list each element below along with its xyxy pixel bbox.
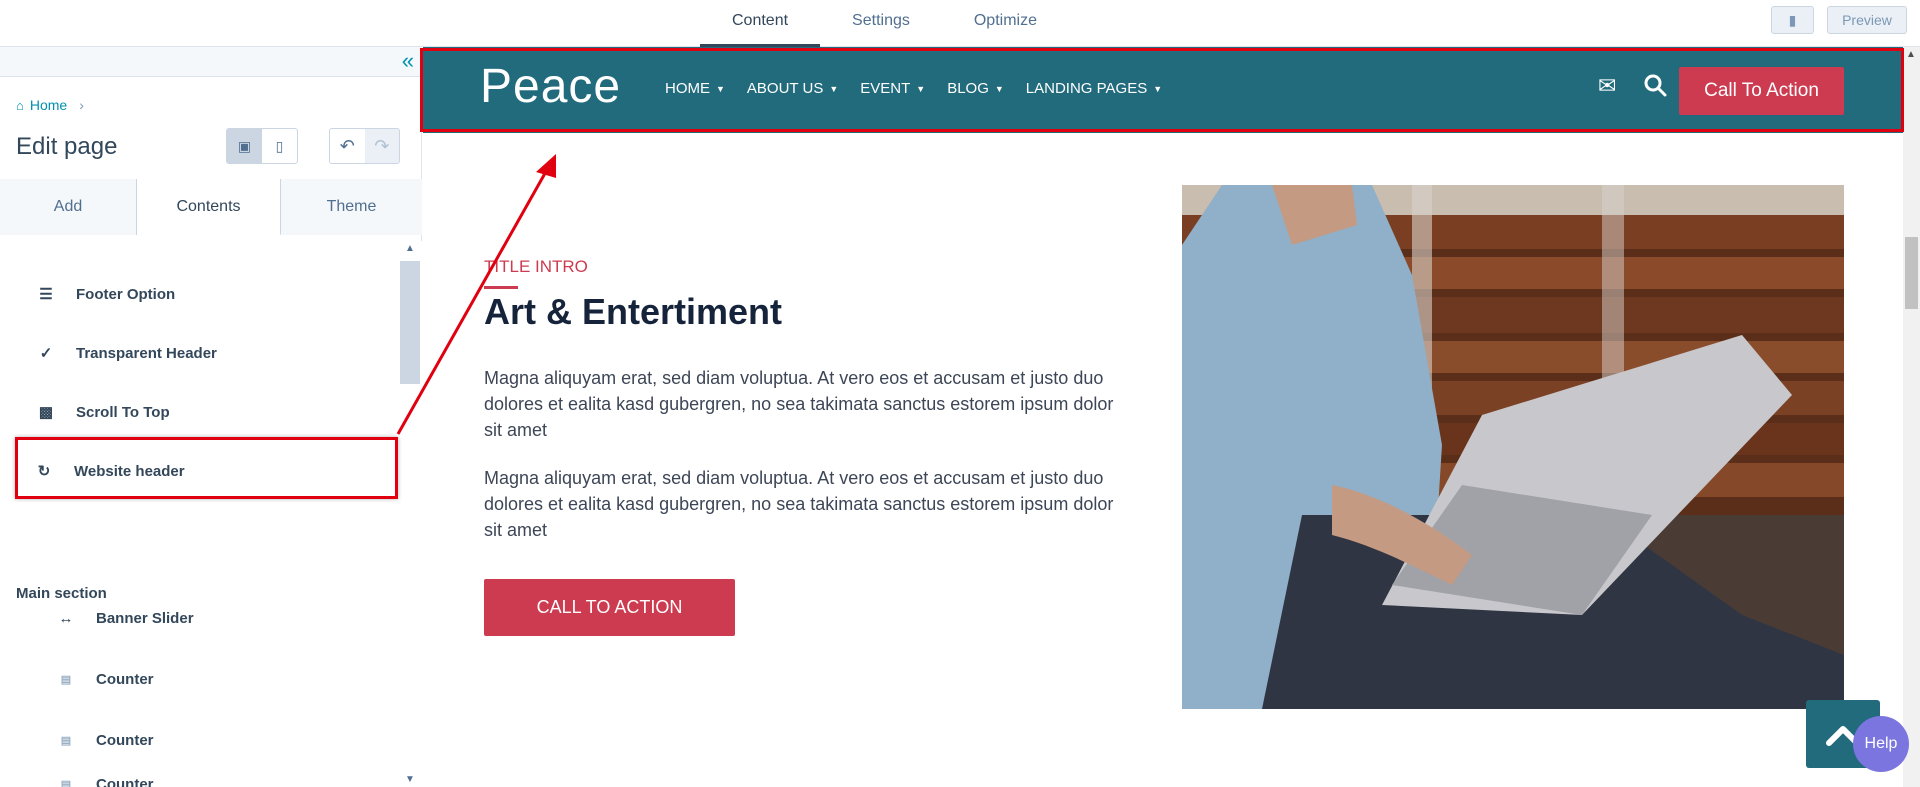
module-transparent-header[interactable]: ✓ Transparent Header xyxy=(34,338,217,368)
redo-icon[interactable]: ↷ xyxy=(364,129,399,163)
module-label: Footer Option xyxy=(76,285,176,303)
module-counter[interactable]: ▤ Counter xyxy=(54,725,154,755)
device-view-toggle: ▣ ▯ xyxy=(226,128,298,164)
sidebar-collapse-bar: « xyxy=(0,47,422,77)
annotation-highlight-sidebar xyxy=(15,437,398,499)
scroll-down-icon[interactable]: ▼ xyxy=(405,774,415,785)
tab-settings[interactable]: Settings xyxy=(820,0,942,47)
scroll-up-icon[interactable]: ▲ xyxy=(1906,49,1916,60)
sidebar-scrollbar[interactable]: ▲ ▼ xyxy=(400,241,422,787)
module-label: Scroll To Top xyxy=(76,403,170,421)
canvas-scrollbar[interactable]: ▲ xyxy=(1903,47,1920,787)
scroll-up-icon[interactable]: ▲ xyxy=(405,243,415,254)
module-footer-option[interactable]: ☰ Footer Option xyxy=(34,279,175,309)
body-paragraph: Magna aliquyam erat, sed diam voluptua. … xyxy=(484,468,1114,540)
list-icon: ☰ xyxy=(39,286,53,303)
module-banner-slider[interactable]: ↔ Banner Slider xyxy=(54,603,194,633)
preview-button[interactable]: Preview xyxy=(1827,6,1907,34)
mobile-icon[interactable]: ▯ xyxy=(262,129,297,163)
section-heading: Art & Entertiment xyxy=(484,291,783,332)
history-controls: ↶ ↷ xyxy=(329,128,400,164)
module-scroll-to-top[interactable]: ▩ Scroll To Top xyxy=(34,397,170,427)
counter-icon: ▤ xyxy=(60,734,72,747)
module-counter[interactable]: ▤ Counter xyxy=(54,769,154,787)
sidebar-scroll-thumb[interactable] xyxy=(400,261,420,384)
double-chevron-left-icon[interactable]: « xyxy=(402,49,414,73)
module-label: Counter xyxy=(96,670,154,688)
title-underline xyxy=(484,286,518,289)
tab-add[interactable]: Add xyxy=(0,179,137,235)
help-button[interactable]: Help xyxy=(1853,716,1909,772)
annotation-highlight-header xyxy=(420,48,1904,132)
cart-icon: ▩ xyxy=(38,404,54,421)
breadcrumb-home[interactable]: Home xyxy=(30,97,67,113)
check-icon: ✓ xyxy=(39,345,53,362)
home-icon: ⌂ xyxy=(16,97,24,113)
tab-theme[interactable]: Theme xyxy=(281,179,422,235)
canvas-scroll-thumb[interactable] xyxy=(1905,237,1918,309)
comments-button[interactable]: ▮ xyxy=(1771,6,1814,34)
hero-image xyxy=(1182,185,1844,709)
main-section-label: Main section xyxy=(16,585,107,602)
module-label: Counter xyxy=(96,775,154,787)
editor-topbar: Content Settings Optimize ▮ Preview xyxy=(0,0,1920,47)
undo-icon[interactable]: ↶ xyxy=(330,129,365,163)
counter-icon: ▤ xyxy=(60,778,72,787)
main-cta-button[interactable]: CALL TO ACTION xyxy=(484,579,735,636)
tab-optimize[interactable]: Optimize xyxy=(942,0,1069,47)
page-title: Edit page xyxy=(16,133,118,160)
module-label: Transparent Header xyxy=(76,344,217,362)
module-counter[interactable]: ▤ Counter xyxy=(54,664,154,694)
tab-content[interactable]: Content xyxy=(700,0,821,47)
comment-icon: ▮ xyxy=(1788,11,1797,28)
counter-icon: ▤ xyxy=(60,673,72,686)
tab-contents[interactable]: Contents xyxy=(137,179,281,235)
chevron-right-icon: › xyxy=(79,97,84,113)
body-paragraph: Magna aliquyam erat, sed diam voluptua. … xyxy=(484,368,1114,440)
title-intro: TITLE INTRO xyxy=(484,257,588,276)
module-label: Counter xyxy=(96,731,154,749)
module-label: Banner Slider xyxy=(96,609,194,627)
editor-canvas: Peace HOME ▼ ABOUT US ▼ EVENT ▼ BLOG ▼ LANDI… xyxy=(423,47,1920,787)
desktop-icon[interactable]: ▣ xyxy=(227,129,262,163)
sidebar-tabs: Add Contents Theme xyxy=(0,179,422,235)
breadcrumb: ⌂ Home › xyxy=(16,97,84,113)
sidebar: « ⌂ Home › Edit page ▣ ▯ ↶ ↷ Add Content… xyxy=(0,47,422,787)
top-tabs: Content Settings Optimize xyxy=(700,0,1069,47)
arrows-horizontal-icon: ↔ xyxy=(58,609,74,627)
